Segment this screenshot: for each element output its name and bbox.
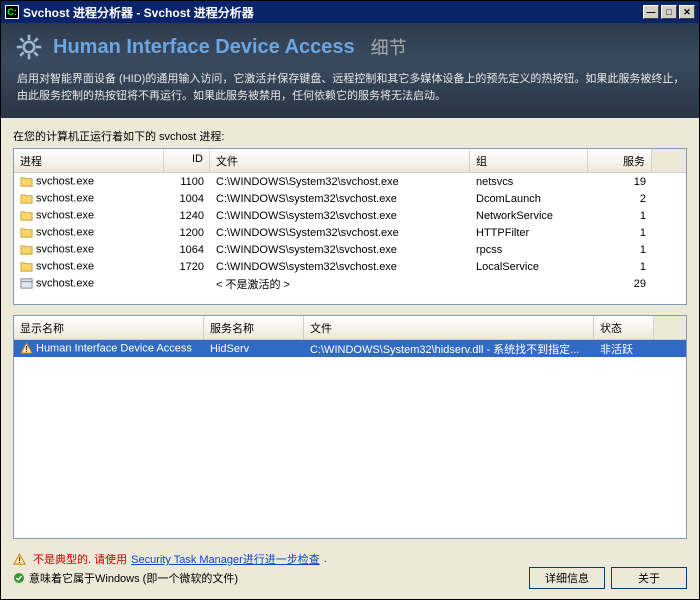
service-listview[interactable]: 显示名称 服务名称 文件 状态 !Human Interface Device … (13, 315, 687, 539)
page-subtitle: 细节 (371, 34, 407, 60)
table-row[interactable]: svchost.exe1720C:\WINDOWS\system32\svcho… (14, 258, 686, 275)
file-icon (20, 175, 33, 188)
app-icon: C: (5, 5, 19, 19)
footer-warn-prefix: 不是典型的. 请使用 (33, 551, 127, 567)
check-icon (13, 572, 25, 584)
footer-warn-suffix: . (324, 553, 327, 565)
warning-icon: ! (13, 553, 26, 566)
col-file[interactable]: 文件 (210, 149, 470, 172)
titlebar: C: Svchost 进程分析器 - Svchost 进程分析器 — □ ✕ (1, 1, 699, 23)
maximize-button[interactable]: □ (661, 5, 677, 19)
table-row[interactable]: !Human Interface Device AccessHidServC:\… (14, 340, 686, 357)
file-icon (20, 192, 33, 205)
footer-ok: 意味着它属于Windows (即一个微软的文件) (13, 570, 523, 586)
col-process[interactable]: 进程 (14, 149, 164, 172)
gear-icon (15, 33, 43, 61)
service-columns: 显示名称 服务名称 文件 状态 (14, 316, 686, 340)
process-listview[interactable]: 进程 ID 文件 组 服务 svchost.exe1100C:\WINDOWS\… (13, 148, 687, 305)
col-service-file[interactable]: 文件 (304, 316, 594, 339)
header-panel: Human Interface Device Access 细节 启用对智能界面… (1, 23, 699, 118)
detail-button[interactable]: 详细信息 (529, 567, 605, 589)
col-group[interactable]: 组 (470, 149, 588, 172)
table-row[interactable]: svchost.exe< 不是激活的 >29 (14, 275, 686, 292)
footer-ok-text: 意味着它属于Windows (即一个微软的文件) (29, 570, 238, 586)
file-icon (20, 277, 33, 290)
col-state[interactable]: 状态 (594, 316, 654, 339)
col-services[interactable]: 服务 (588, 149, 652, 172)
table-row[interactable]: svchost.exe1064C:\WINDOWS\system32\svcho… (14, 241, 686, 258)
svg-text:!: ! (18, 555, 21, 565)
close-button[interactable]: ✕ (679, 5, 695, 19)
minimize-button[interactable]: — (643, 5, 659, 19)
footer-warning: ! 不是典型的. 请使用 Security Task Manager进行进一步检… (13, 551, 523, 567)
process-columns: 进程 ID 文件 组 服务 (14, 149, 686, 173)
file-icon (20, 260, 33, 273)
file-icon (20, 209, 33, 222)
about-button[interactable]: 关于 (611, 567, 687, 589)
col-display-name[interactable]: 显示名称 (14, 316, 204, 339)
table-row[interactable]: svchost.exe1200C:\WINDOWS\System32\svcho… (14, 224, 686, 241)
table-row[interactable]: svchost.exe1240C:\WINDOWS\system32\svcho… (14, 207, 686, 224)
file-icon (20, 226, 33, 239)
table-row[interactable]: svchost.exe1100C:\WINDOWS\System32\svcho… (14, 173, 686, 190)
warning-icon: ! (20, 342, 33, 355)
window-title: Svchost 进程分析器 - Svchost 进程分析器 (23, 4, 643, 21)
process-section-label: 在您的计算机正运行着如下的 svchost 进程: (13, 128, 687, 144)
file-icon (20, 243, 33, 256)
col-id[interactable]: ID (164, 149, 210, 172)
header-description: 启用对智能界面设备 (HID)的通用输入访问，它激活并保存键盘、远程控制和其它多… (15, 69, 685, 104)
page-title: Human Interface Device Access (53, 36, 355, 59)
svg-text:!: ! (25, 344, 28, 354)
footer: ! 不是典型的. 请使用 Security Task Manager进行进一步检… (1, 543, 699, 599)
col-service-name[interactable]: 服务名称 (204, 316, 304, 339)
table-row[interactable]: svchost.exe1004C:\WINDOWS\system32\svcho… (14, 190, 686, 207)
security-link[interactable]: Security Task Manager进行进一步检查 (131, 551, 320, 567)
